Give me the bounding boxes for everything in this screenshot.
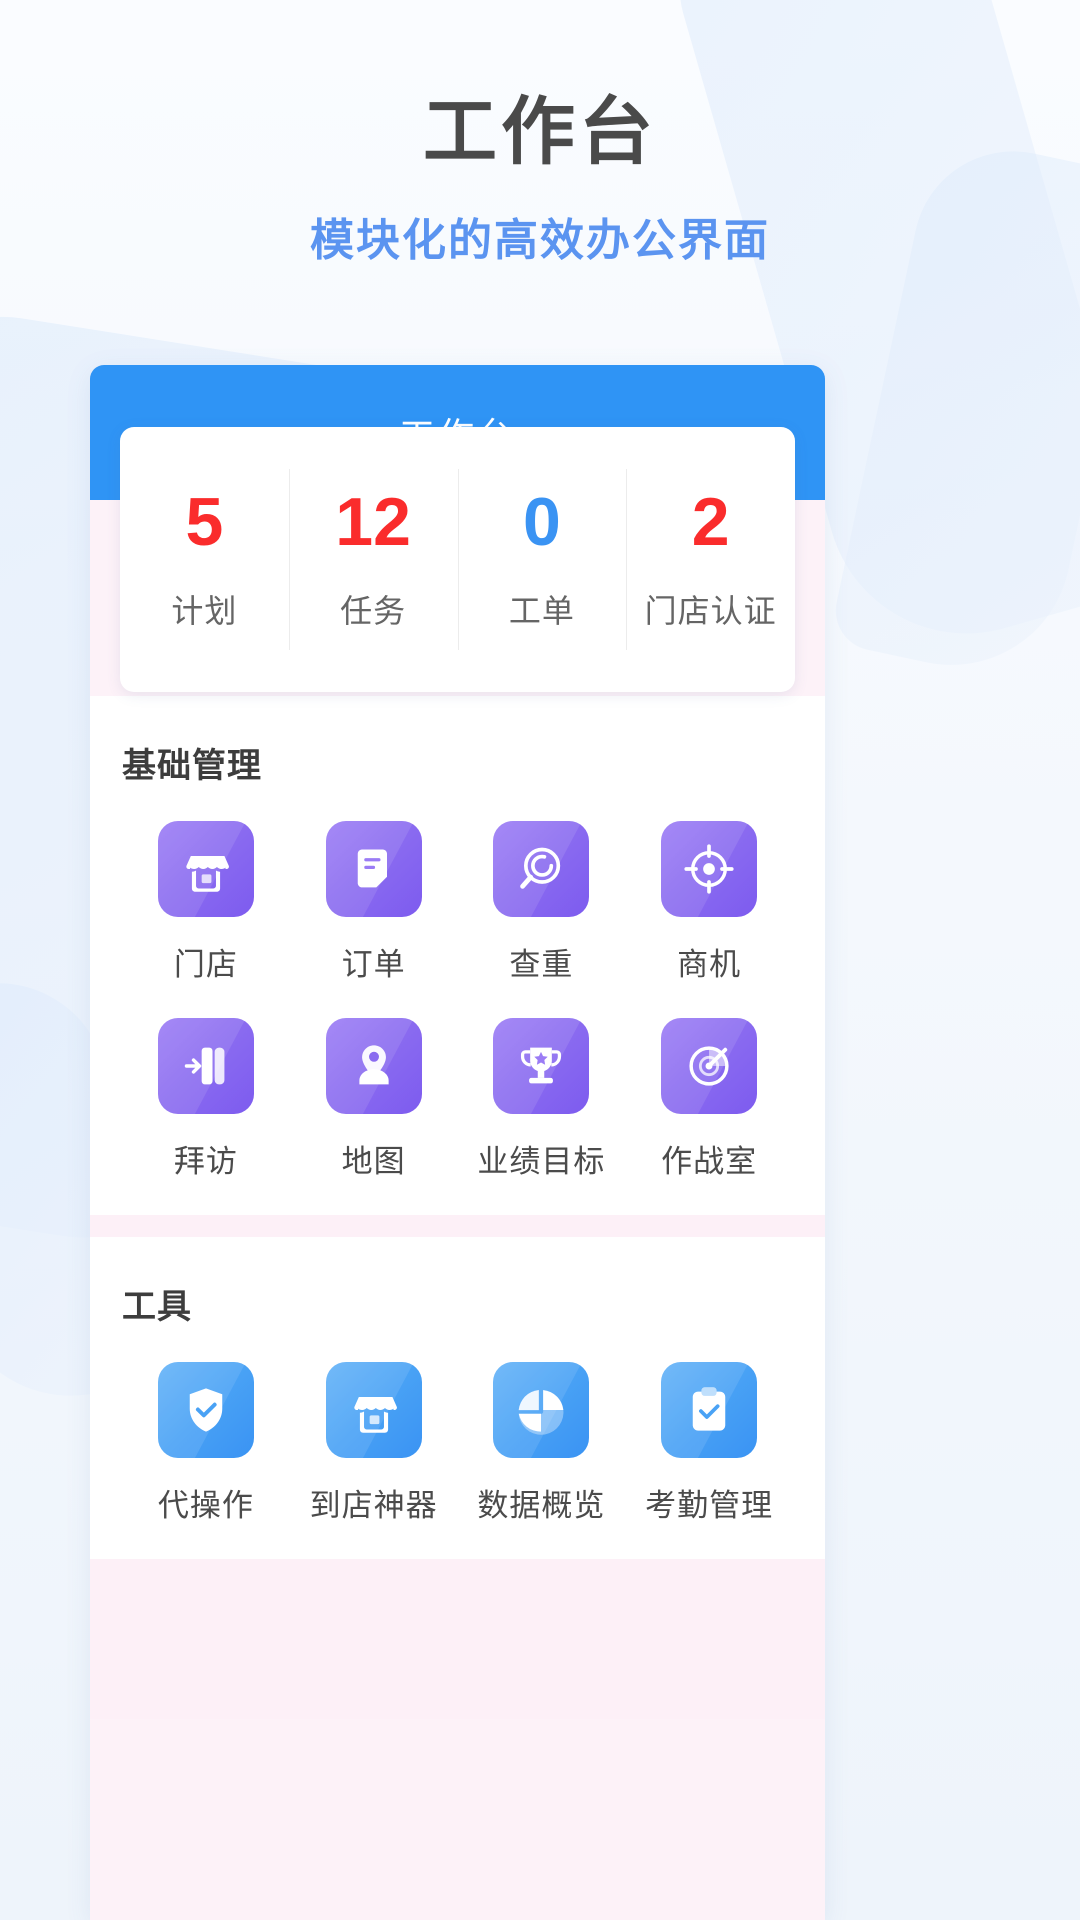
app-tile-label: 订单 xyxy=(341,947,406,982)
section-basic-management: 基础管理 门店 订单 查重 商机拜访 地图 业绩目标 作战室 xyxy=(90,696,825,1215)
stat-value: 0 xyxy=(522,483,561,560)
app-tile-订单[interactable]: 订单 xyxy=(290,821,458,984)
app-tile-label: 商机 xyxy=(677,947,742,982)
app-tile-查重[interactable]: 查重 xyxy=(458,821,626,984)
app-tile-label: 业绩目标 xyxy=(477,1144,606,1179)
stat-label: 任务 xyxy=(340,592,407,629)
app-tile-考勤管理[interactable]: 考勤管理 xyxy=(625,1362,793,1525)
store-icon[interactable] xyxy=(325,1362,422,1458)
app-tile-label: 到店神器 xyxy=(309,1488,438,1523)
magnifier-target-icon[interactable] xyxy=(493,821,590,917)
app-tile-label: 代操作 xyxy=(157,1488,254,1523)
document-icon[interactable] xyxy=(325,821,422,917)
stat-label: 计划 xyxy=(171,592,238,629)
app-tile-label: 拜访 xyxy=(173,1144,238,1179)
app-tile-业绩目标[interactable]: 业绩目标 xyxy=(458,1018,626,1181)
stat-cell[interactable]: 0 工单 xyxy=(457,427,627,692)
crosshair-icon[interactable] xyxy=(661,821,758,917)
page-subtitle: 模块化的高效办公界面 xyxy=(310,216,770,265)
section-divider xyxy=(90,1215,825,1237)
app-tile-代操作[interactable]: 代操作 xyxy=(122,1362,290,1525)
app-tile-label: 数据概览 xyxy=(477,1488,606,1523)
pie-chart-icon[interactable] xyxy=(493,1362,590,1458)
stat-cell[interactable]: 12 任务 xyxy=(288,427,458,692)
app-tile-地图[interactable]: 地图 xyxy=(290,1018,458,1181)
app-tile-到店神器[interactable]: 到店神器 xyxy=(290,1362,458,1525)
stat-value: 2 xyxy=(691,483,730,560)
app-tile-label: 查重 xyxy=(509,947,574,982)
stat-label: 工单 xyxy=(508,592,575,629)
store-icon[interactable] xyxy=(157,821,254,917)
page-title: 工作台 xyxy=(423,90,657,173)
radar-icon[interactable] xyxy=(661,1018,758,1114)
app-tile-label: 地图 xyxy=(341,1144,406,1179)
app-tile-label: 门店 xyxy=(173,947,238,982)
section-title-tools: 工具 xyxy=(122,1288,192,1326)
stat-value: 5 xyxy=(185,483,224,560)
app-tile-商机[interactable]: 商机 xyxy=(625,821,793,984)
grid-tools: 代操作 到店神器 数据概览 考勤管理 xyxy=(122,1362,793,1525)
stat-label: 门店认证 xyxy=(644,592,777,629)
grid-basic-management: 门店 订单 查重 商机拜访 地图 业绩目标 作战室 xyxy=(122,821,793,1181)
map-pin-person-icon[interactable] xyxy=(325,1018,422,1114)
stat-value: 12 xyxy=(335,483,411,560)
screenshot-root: 工作台 模块化的高效办公界面 工作台 5计划12任务0工单2门店认证 基础管理 … xyxy=(0,0,1080,1920)
app-tile-作战室[interactable]: 作战室 xyxy=(625,1018,793,1181)
app-tile-label: 作战室 xyxy=(661,1144,758,1179)
trophy-icon[interactable] xyxy=(493,1018,590,1114)
clipboard-check-icon[interactable] xyxy=(661,1362,758,1458)
shield-check-icon[interactable] xyxy=(157,1362,254,1458)
app-tile-门店[interactable]: 门店 xyxy=(122,821,290,984)
phone-mockup: 工作台 5计划12任务0工单2门店认证 基础管理 门店订单查重商机拜访地图业绩目… xyxy=(90,365,825,1920)
stat-cell[interactable]: 5 计划 xyxy=(120,427,289,692)
app-tile-数据概览[interactable]: 数据概览 xyxy=(458,1362,626,1525)
phone-bottom-area xyxy=(90,1559,825,1719)
app-tile-拜访[interactable]: 拜访 xyxy=(122,1018,290,1181)
section-tools: 工具 代操作 到店神器 数据概览 考勤管理 xyxy=(90,1237,825,1559)
section-title-basic: 基础管理 xyxy=(122,747,262,785)
stat-cell[interactable]: 2 门店认证 xyxy=(626,427,795,692)
door-enter-icon[interactable] xyxy=(157,1018,254,1114)
app-tile-label: 考勤管理 xyxy=(645,1488,774,1523)
stats-card: 5 计划 12 任务 0 工单 2 门店认证 xyxy=(120,427,795,692)
